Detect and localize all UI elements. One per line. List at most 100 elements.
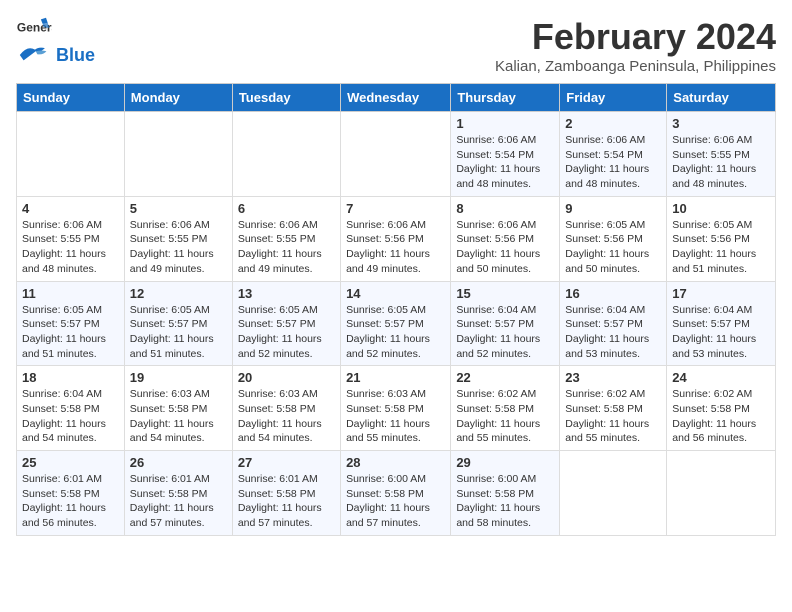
day-info: Sunrise: 6:02 AM Sunset: 5:58 PM Dayligh…: [672, 387, 770, 446]
page-header: General Blue February 2024 Kalian, Zambo…: [16, 16, 776, 75]
day-number: 28: [346, 455, 445, 470]
day-number: 6: [238, 201, 335, 216]
column-header-saturday: Saturday: [667, 84, 776, 112]
day-info: Sunrise: 6:05 AM Sunset: 5:57 PM Dayligh…: [346, 303, 445, 362]
day-info: Sunrise: 6:04 AM Sunset: 5:57 PM Dayligh…: [672, 303, 770, 362]
day-number: 23: [565, 370, 661, 385]
calendar-cell: 2 Sunrise: 6:06 AM Sunset: 5:54 PM Daylig…: [560, 112, 667, 197]
title-block: February 2024 Kalian, Zamboanga Peninsul…: [495, 16, 776, 75]
calendar-cell: 9 Sunrise: 6:05 AM Sunset: 5:56 PM Daylig…: [560, 196, 667, 281]
day-info: Sunrise: 6:04 AM Sunset: 5:57 PM Dayligh…: [565, 303, 661, 362]
day-info: Sunrise: 6:05 AM Sunset: 5:56 PM Dayligh…: [672, 218, 770, 277]
main-title: February 2024: [495, 16, 776, 58]
calendar-cell: 10 Sunrise: 6:05 AM Sunset: 5:56 PM Dayli…: [667, 196, 776, 281]
day-number: 16: [565, 286, 661, 301]
calendar-cell: 15Sunrise: 6:04 AM Sunset: 5:57 PM Dayli…: [451, 281, 560, 366]
day-number: 14: [346, 286, 445, 301]
column-header-thursday: Thursday: [451, 84, 560, 112]
logo-text: Blue: [56, 45, 95, 66]
day-number: 21: [346, 370, 445, 385]
day-number: 29: [456, 455, 554, 470]
calendar-week-row: 25 Sunrise: 6:01 AM Sunset: 5:58 PM Dayli…: [17, 451, 776, 536]
calendar-cell: 20 Sunrise: 6:03 AM Sunset: 5:58 PM Dayli…: [232, 366, 340, 451]
day-info: Sunrise: 6:03 AM Sunset: 5:58 PM Dayligh…: [130, 387, 227, 446]
calendar-cell: [667, 451, 776, 536]
day-info: Sunrise: 6:05 AM Sunset: 5:57 PM Dayligh…: [22, 303, 119, 362]
day-info: Sunrise: 6:05 AM Sunset: 5:57 PM Dayligh…: [130, 303, 227, 362]
calendar-cell: 17 Sunrise: 6:04 AM Sunset: 5:57 PM Dayli…: [667, 281, 776, 366]
subtitle: Kalian, Zamboanga Peninsula, Philippines: [495, 58, 776, 75]
calendar-cell: [341, 112, 451, 197]
day-info: Sunrise: 6:05 AM Sunset: 5:56 PM Dayligh…: [565, 218, 661, 277]
day-number: 2: [565, 116, 661, 131]
day-info: Sunrise: 6:06 AM Sunset: 5:56 PM Dayligh…: [456, 218, 554, 277]
calendar-cell: 3Sunrise: 6:06 AM Sunset: 5:55 PM Daylig…: [667, 112, 776, 197]
logo-bird-icon: [16, 42, 54, 68]
calendar-cell: 1 Sunrise: 6:06 AM Sunset: 5:54 PM Daylig…: [451, 112, 560, 197]
calendar-week-row: 18 Sunrise: 6:04 AM Sunset: 5:58 PM Dayli…: [17, 366, 776, 451]
day-info: Sunrise: 6:00 AM Sunset: 5:58 PM Dayligh…: [456, 472, 554, 531]
calendar-header-row: SundayMondayTuesdayWednesdayThursdayFrid…: [17, 84, 776, 112]
calendar-cell: 21Sunrise: 6:03 AM Sunset: 5:58 PM Dayli…: [341, 366, 451, 451]
calendar-cell: 6 Sunrise: 6:06 AM Sunset: 5:55 PM Daylig…: [232, 196, 340, 281]
day-number: 7: [346, 201, 445, 216]
day-info: Sunrise: 6:03 AM Sunset: 5:58 PM Dayligh…: [238, 387, 335, 446]
day-number: 15: [456, 286, 554, 301]
day-info: Sunrise: 6:01 AM Sunset: 5:58 PM Dayligh…: [22, 472, 119, 531]
column-header-sunday: Sunday: [17, 84, 125, 112]
calendar-week-row: 1 Sunrise: 6:06 AM Sunset: 5:54 PM Daylig…: [17, 112, 776, 197]
column-header-monday: Monday: [124, 84, 232, 112]
day-info: Sunrise: 6:06 AM Sunset: 5:54 PM Dayligh…: [456, 133, 554, 192]
calendar-cell: 13 Sunrise: 6:05 AM Sunset: 5:57 PM Dayli…: [232, 281, 340, 366]
calendar-cell: [124, 112, 232, 197]
calendar-week-row: 11 Sunrise: 6:05 AM Sunset: 5:57 PM Dayli…: [17, 281, 776, 366]
calendar-cell: 11 Sunrise: 6:05 AM Sunset: 5:57 PM Dayli…: [17, 281, 125, 366]
day-number: 18: [22, 370, 119, 385]
day-number: 27: [238, 455, 335, 470]
day-number: 17: [672, 286, 770, 301]
day-number: 25: [22, 455, 119, 470]
day-info: Sunrise: 6:01 AM Sunset: 5:58 PM Dayligh…: [130, 472, 227, 531]
day-number: 19: [130, 370, 227, 385]
calendar-cell: 19 Sunrise: 6:03 AM Sunset: 5:58 PM Dayli…: [124, 366, 232, 451]
day-info: Sunrise: 6:00 AM Sunset: 5:58 PM Dayligh…: [346, 472, 445, 531]
day-number: 10: [672, 201, 770, 216]
column-header-tuesday: Tuesday: [232, 84, 340, 112]
day-info: Sunrise: 6:02 AM Sunset: 5:58 PM Dayligh…: [456, 387, 554, 446]
day-number: 24: [672, 370, 770, 385]
calendar-cell: 18 Sunrise: 6:04 AM Sunset: 5:58 PM Dayli…: [17, 366, 125, 451]
calendar-cell: 12 Sunrise: 6:05 AM Sunset: 5:57 PM Dayli…: [124, 281, 232, 366]
calendar-cell: 22 Sunrise: 6:02 AM Sunset: 5:58 PM Dayli…: [451, 366, 560, 451]
calendar-cell: 14 Sunrise: 6:05 AM Sunset: 5:57 PM Dayli…: [341, 281, 451, 366]
calendar-cell: 5 Sunrise: 6:06 AM Sunset: 5:55 PM Daylig…: [124, 196, 232, 281]
day-info: Sunrise: 6:02 AM Sunset: 5:58 PM Dayligh…: [565, 387, 661, 446]
calendar-cell: 23 Sunrise: 6:02 AM Sunset: 5:58 PM Dayli…: [560, 366, 667, 451]
day-info: Sunrise: 6:01 AM Sunset: 5:58 PM Dayligh…: [238, 472, 335, 531]
day-number: 13: [238, 286, 335, 301]
calendar-table: SundayMondayTuesdayWednesdayThursdayFrid…: [16, 83, 776, 536]
day-info: Sunrise: 6:05 AM Sunset: 5:57 PM Dayligh…: [238, 303, 335, 362]
day-number: 9: [565, 201, 661, 216]
day-info: Sunrise: 6:06 AM Sunset: 5:54 PM Dayligh…: [565, 133, 661, 192]
day-info: Sunrise: 6:06 AM Sunset: 5:56 PM Dayligh…: [346, 218, 445, 277]
day-info: Sunrise: 6:04 AM Sunset: 5:58 PM Dayligh…: [22, 387, 119, 446]
calendar-cell: 24 Sunrise: 6:02 AM Sunset: 5:58 PM Dayli…: [667, 366, 776, 451]
calendar-cell: 27 Sunrise: 6:01 AM Sunset: 5:58 PM Dayli…: [232, 451, 340, 536]
day-number: 5: [130, 201, 227, 216]
day-number: 12: [130, 286, 227, 301]
day-info: Sunrise: 6:06 AM Sunset: 5:55 PM Dayligh…: [238, 218, 335, 277]
calendar-cell: 28 Sunrise: 6:00 AM Sunset: 5:58 PM Dayli…: [341, 451, 451, 536]
day-info: Sunrise: 6:06 AM Sunset: 5:55 PM Dayligh…: [130, 218, 227, 277]
calendar-cell: 26 Sunrise: 6:01 AM Sunset: 5:58 PM Dayli…: [124, 451, 232, 536]
day-number: 8: [456, 201, 554, 216]
day-number: 11: [22, 286, 119, 301]
day-number: 26: [130, 455, 227, 470]
day-number: 1: [456, 116, 554, 131]
day-number: 22: [456, 370, 554, 385]
calendar-cell: 7 Sunrise: 6:06 AM Sunset: 5:56 PM Daylig…: [341, 196, 451, 281]
calendar-cell: [232, 112, 340, 197]
day-number: 20: [238, 370, 335, 385]
calendar-cell: 29 Sunrise: 6:00 AM Sunset: 5:58 PM Dayli…: [451, 451, 560, 536]
calendar-cell: 8 Sunrise: 6:06 AM Sunset: 5:56 PM Daylig…: [451, 196, 560, 281]
day-info: Sunrise: 6:06 AM Sunset: 5:55 PM Dayligh…: [22, 218, 119, 277]
